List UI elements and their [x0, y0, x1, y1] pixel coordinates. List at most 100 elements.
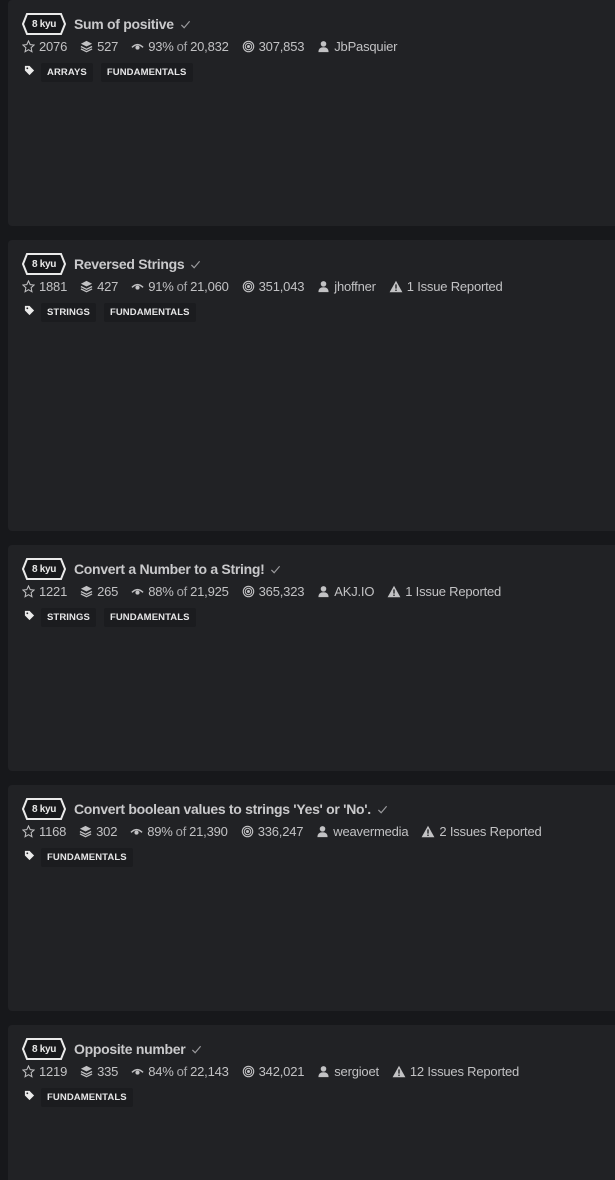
kata-title-link[interactable]: Sum of positive	[74, 16, 174, 32]
satisfaction-of: of	[175, 824, 187, 839]
stars-count: 1881	[39, 279, 68, 294]
author-name: JbPasquier	[334, 39, 398, 54]
tag-fundamentals[interactable]: FUNDAMENTALS	[103, 303, 196, 322]
tag-fundamentals[interactable]: FUNDAMENTALS	[100, 63, 193, 82]
warning-icon	[387, 585, 401, 598]
issues-label: 2 Issues Reported	[439, 824, 542, 839]
satisfaction-votes: 21,925	[190, 584, 229, 599]
kata-title-link[interactable]: Convert a Number to a String!	[74, 561, 265, 577]
completed-count: 365,323	[258, 584, 305, 599]
completed-stat: 336,247	[241, 824, 304, 839]
rank-badge: 8 kyu	[22, 558, 66, 580]
satisfaction-stat: 84% of 22,143	[131, 1064, 229, 1079]
warning-icon	[422, 825, 435, 838]
warning-icon	[392, 1065, 406, 1078]
kata-stats: 1881 427 91% of 21,060 351,043 jhoffner 1 …	[22, 279, 516, 294]
issues-label: 12 Issues Reported	[409, 1064, 520, 1079]
author-name: jhoffner	[334, 279, 376, 294]
collections-stat: 527	[80, 39, 118, 54]
issues-stat[interactable]: 1 Issue Reported	[389, 279, 503, 294]
checkmark-icon	[192, 1045, 202, 1054]
completed-stat: 365,323	[242, 584, 305, 599]
tags-row: STRINGS FUNDAMENTALS	[24, 608, 204, 627]
satisfaction-of: of	[176, 1064, 188, 1079]
satisfaction-stat: 93% of 20,832	[131, 39, 229, 54]
author-stat[interactable]: AKJ.IO	[317, 584, 374, 599]
target-icon	[242, 280, 254, 293]
kata-title-row: 8 kyu Opposite number	[22, 1037, 202, 1061]
completed-count: 336,247	[257, 824, 304, 839]
user-icon	[318, 41, 329, 53]
stars-stat[interactable]: 1219	[22, 1064, 67, 1079]
collections-stat: 265	[80, 584, 118, 599]
issues-stat[interactable]: 1 Issue Reported	[387, 584, 501, 599]
stack-icon	[80, 1065, 93, 1078]
stars-stat[interactable]: 2076	[22, 39, 67, 54]
eye-icon	[131, 1068, 144, 1075]
kata-title-link[interactable]: Reversed Strings	[74, 256, 185, 272]
user-icon	[318, 586, 329, 598]
rank-label: 8 kyu	[31, 563, 57, 575]
kata-title-row: 8 kyu Convert a Number to a String!	[22, 557, 281, 581]
author-stat[interactable]: jhoffner	[317, 279, 376, 294]
collections-count: 527	[97, 39, 119, 54]
tag-strings[interactable]: STRINGS	[41, 608, 96, 627]
rank-label: 8 kyu	[31, 803, 57, 815]
tag-strings[interactable]: STRINGS	[41, 303, 96, 322]
target-icon	[242, 1065, 254, 1078]
stars-stat[interactable]: 1221	[22, 584, 67, 599]
kata-stats: 1219 335 84% of 22,143 342,021 sergioet 12…	[22, 1064, 532, 1079]
kata-title-row: 8 kyu Reversed Strings	[22, 252, 201, 276]
eye-icon	[131, 43, 144, 50]
checkmark-icon	[191, 260, 201, 269]
star-icon	[22, 585, 35, 598]
satisfaction-of: of	[176, 39, 188, 54]
rank-badge: 8 kyu	[22, 1038, 66, 1060]
tag-fundamentals[interactable]: FUNDAMENTALS	[41, 848, 133, 867]
stack-icon	[79, 825, 92, 838]
rank-badge: 8 kyu	[22, 13, 66, 35]
completed-stat: 307,853	[242, 39, 305, 54]
completed-stat: 342,021	[242, 1064, 304, 1079]
issues-stat[interactable]: 2 Issues Reported	[421, 824, 542, 839]
stars-count: 1219	[39, 1064, 68, 1079]
stars-stat[interactable]: 1168	[22, 824, 66, 839]
author-stat[interactable]: weavermedia	[316, 824, 409, 839]
kata-title-link[interactable]: Convert boolean values to strings 'Yes' …	[74, 801, 371, 817]
user-icon	[318, 1066, 329, 1078]
checkmark-icon	[271, 565, 281, 574]
kata-title-row: 8 kyu Sum of positive	[22, 12, 191, 36]
author-name: sergioet	[334, 1064, 379, 1079]
kata-title-row: 8 kyu Convert boolean values to strings …	[22, 797, 388, 821]
kata-stats: 1221 265 88% of 21,925 365,323 AKJ.IO 1 Is…	[22, 584, 514, 599]
kata-title-link[interactable]: Opposite number	[74, 1041, 186, 1057]
stars-stat[interactable]: 1881	[22, 279, 67, 294]
tag-arrays[interactable]: ARRAYS	[41, 63, 93, 82]
completed-count: 307,853	[258, 39, 305, 54]
satisfaction-percent: 88%	[148, 584, 174, 599]
issues-label: 1 Issue Reported	[406, 279, 503, 294]
kata-stats: 1168 302 89% of 21,390 336,247 weavermedia…	[22, 824, 555, 839]
checkmark-icon	[180, 20, 190, 29]
satisfaction-votes: 20,832	[190, 39, 229, 54]
kata-card: 8 kyu Opposite number 1219 335 84% of 22,1…	[8, 1025, 615, 1180]
author-name: weavermedia	[333, 824, 409, 839]
issues-stat[interactable]: 12 Issues Reported	[392, 1064, 519, 1079]
eye-icon	[130, 828, 143, 835]
tag-icon	[24, 850, 35, 861]
collections-stat: 427	[80, 279, 118, 294]
author-stat[interactable]: sergioet	[317, 1064, 379, 1079]
satisfaction-percent: 89%	[147, 824, 173, 839]
satisfaction-of: of	[176, 584, 188, 599]
user-icon	[318, 281, 329, 293]
tag-icon	[24, 65, 35, 76]
issues-label: 1 Issue Reported	[405, 584, 502, 599]
tags-row: ARRAYS FUNDAMENTALS	[24, 63, 201, 82]
tag-fundamentals[interactable]: FUNDAMENTALS	[103, 608, 196, 627]
author-stat[interactable]: JbPasquier	[317, 39, 397, 54]
stars-count: 1168	[39, 824, 67, 839]
stars-count: 1221	[39, 584, 68, 599]
star-icon	[22, 825, 35, 838]
tag-fundamentals[interactable]: FUNDAMENTALS	[41, 1088, 133, 1107]
satisfaction-stat: 91% of 21,060	[131, 279, 229, 294]
